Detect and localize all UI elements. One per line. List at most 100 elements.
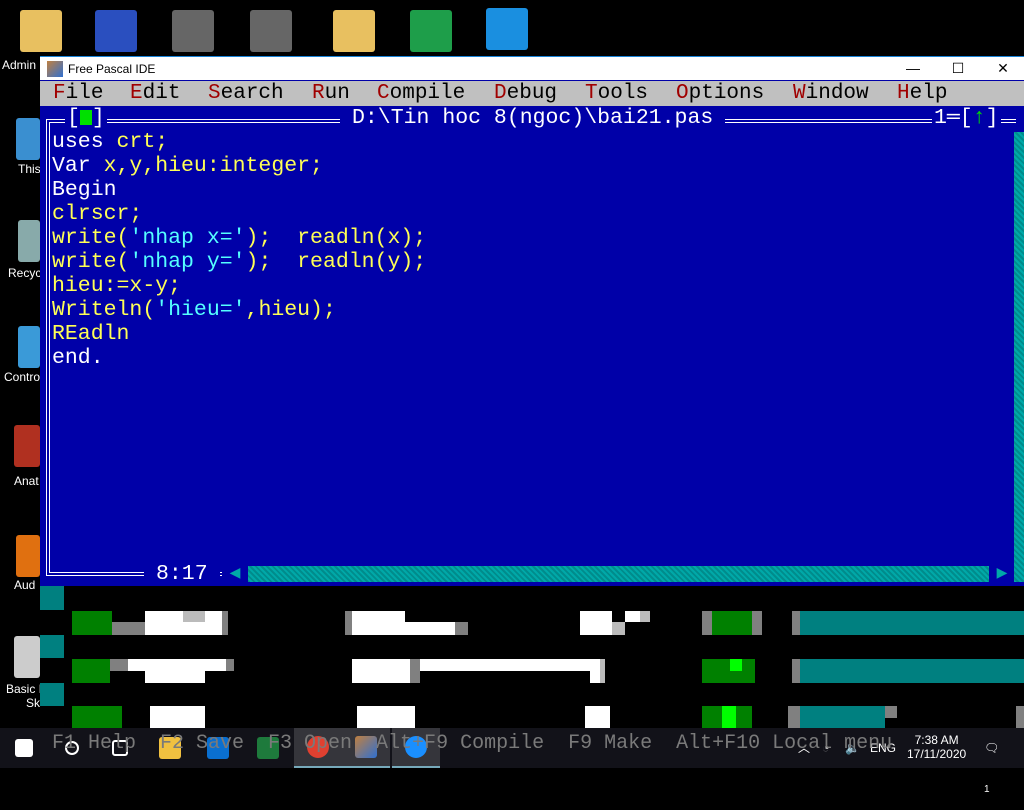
garbled-block xyxy=(792,659,800,683)
maximize-button[interactable]: ☐ xyxy=(935,57,981,81)
menu-tools[interactable]: Tools xyxy=(585,81,648,106)
this-pc-icon[interactable] xyxy=(16,118,40,160)
editor-close-button[interactable]: [] xyxy=(65,106,107,130)
teamviewer-icon[interactable] xyxy=(486,8,528,50)
taskbar-explorer[interactable] xyxy=(146,728,194,768)
fpc-app-icon xyxy=(47,61,63,77)
garbled-block xyxy=(352,659,410,683)
code-line[interactable]: hieu:=x-y; xyxy=(52,274,426,298)
code-line[interactable]: clrscr; xyxy=(52,202,426,226)
code-token: crt; xyxy=(116,130,169,154)
menu-options[interactable]: Options xyxy=(676,81,764,106)
code-line[interactable]: uses crt; xyxy=(52,130,426,154)
editor-file-path: D:\Tin hoc 8(ngoc)\bai21.pas xyxy=(340,106,726,130)
desktop-label: Recyc xyxy=(8,266,42,280)
window-title: Free Pascal IDE xyxy=(68,62,156,76)
minimize-button[interactable]: — xyxy=(890,57,936,81)
taskbar-chrome[interactable] xyxy=(294,728,342,768)
code-token: hieu:=x-y; xyxy=(52,274,182,298)
garbled-block xyxy=(800,611,1024,635)
language-indicator[interactable]: ENG xyxy=(870,728,896,768)
editor-window[interactable]: [] D:\Tin hoc 8(ngoc)\bai21.pas 1═[↑] us… xyxy=(40,106,1024,586)
code-line[interactable]: Writeln('hieu=',hieu); xyxy=(52,298,426,322)
garbled-block xyxy=(800,706,885,728)
task-view-button[interactable] xyxy=(96,728,144,768)
garbled-block xyxy=(730,659,742,671)
menu-search[interactable]: Search xyxy=(208,81,284,106)
garbled-block xyxy=(590,671,600,683)
taskbar-zalo[interactable] xyxy=(392,728,440,768)
garbled-block xyxy=(702,659,755,683)
editor-window-number[interactable]: 1═[↑] xyxy=(932,106,1001,130)
store-icon xyxy=(207,737,229,759)
taskbar-store[interactable] xyxy=(194,728,242,768)
audio-app-icon[interactable] xyxy=(16,535,40,577)
zalo-icon xyxy=(405,736,427,758)
taskbar-excel[interactable] xyxy=(244,728,292,768)
code-token: 'hieu=' xyxy=(155,298,246,322)
garbled-block xyxy=(580,611,612,635)
code-token: clrscr; xyxy=(52,202,143,226)
garbled-block xyxy=(72,659,110,683)
show-hidden-icons[interactable]: ︿ xyxy=(798,728,810,768)
code-line[interactable]: Begin xyxy=(52,178,426,202)
control-panel-icon[interactable] xyxy=(18,326,40,368)
menu-debug[interactable]: Debug xyxy=(494,81,557,106)
garbled-block xyxy=(112,622,145,635)
app-shortcut-icon[interactable] xyxy=(95,10,137,52)
code-line[interactable]: write('nhap y='); readln(y); xyxy=(52,250,426,274)
clock[interactable]: 7:38 AM 17/11/2020 xyxy=(907,733,966,773)
desktop-label: Admin xyxy=(2,58,37,72)
code-token: write( xyxy=(52,226,130,250)
code-token: 'nhap x=' xyxy=(129,226,246,250)
menu-edit[interactable]: Edit xyxy=(130,81,180,106)
garbled-block xyxy=(800,659,1024,683)
garbled-block xyxy=(1016,706,1024,728)
taskbar-free-pascal[interactable] xyxy=(342,728,390,768)
spreadsheet-icon[interactable] xyxy=(410,10,452,52)
horizontal-scrollbar[interactable]: ◀ ▶ xyxy=(222,566,1015,582)
settings-file-icon[interactable] xyxy=(250,10,292,52)
notification-button[interactable]: 🗨1 xyxy=(984,728,1004,795)
wifi-icon[interactable]: ◔ xyxy=(822,728,829,768)
garbled-block xyxy=(585,706,610,728)
code-line[interactable]: REadln xyxy=(52,322,426,346)
menu-window[interactable]: Window xyxy=(793,81,869,106)
garbled-block xyxy=(455,622,468,635)
code-line[interactable]: write('nhap x='); readln(x); xyxy=(52,226,426,250)
code-token: x,y,hieu:integer; xyxy=(103,154,323,178)
desktop-label: Anat xyxy=(14,474,39,488)
menu-compile[interactable]: Compile xyxy=(377,81,465,106)
scroll-right-icon[interactable]: ▶ xyxy=(989,566,1015,582)
code-line[interactable]: Var x,y,hieu:integer; xyxy=(52,154,426,178)
anatomy-app-icon[interactable] xyxy=(14,425,40,467)
code-line[interactable]: end. xyxy=(52,346,426,370)
menu-help[interactable]: Help xyxy=(897,81,947,106)
desktop-label: Sk xyxy=(26,696,41,710)
code-token: Begin xyxy=(52,178,117,202)
code-token: ,hieu); xyxy=(245,298,336,322)
start-button[interactable] xyxy=(0,728,48,768)
basic-app-icon[interactable] xyxy=(14,636,40,678)
title-bar[interactable]: Free Pascal IDE — ☐ ✕ xyxy=(40,56,1024,80)
menu-run[interactable]: Run xyxy=(312,81,350,106)
taskbar: ︿ ◔ 🔈 ENG 7:38 AM 17/11/2020 🗨1 xyxy=(0,728,1024,795)
close-button[interactable]: ✕ xyxy=(980,57,1024,81)
vertical-scrollbar[interactable] xyxy=(1014,132,1024,582)
code-area[interactable]: uses crt; Var x,y,hieu:integer; Begin clrsc… xyxy=(52,130,426,370)
user-folder-icon[interactable] xyxy=(20,10,62,52)
volume-icon[interactable]: 🔈 xyxy=(845,728,860,768)
garbled-block xyxy=(752,611,762,635)
pictures-folder-icon[interactable] xyxy=(333,10,375,52)
code-token: REadln xyxy=(52,322,130,346)
zoom-arrow-icon[interactable]: ↑ xyxy=(973,106,986,130)
garbled-block xyxy=(183,611,205,622)
scroll-left-icon[interactable]: ◀ xyxy=(222,566,248,582)
garbled-block xyxy=(612,622,625,635)
recycle-bin-icon[interactable] xyxy=(18,220,40,262)
windows-icon xyxy=(15,739,33,757)
settings-file-icon[interactable] xyxy=(172,10,214,52)
code-token: end. xyxy=(52,346,104,370)
search-button[interactable] xyxy=(48,728,96,768)
menu-file[interactable]: File xyxy=(53,81,103,106)
